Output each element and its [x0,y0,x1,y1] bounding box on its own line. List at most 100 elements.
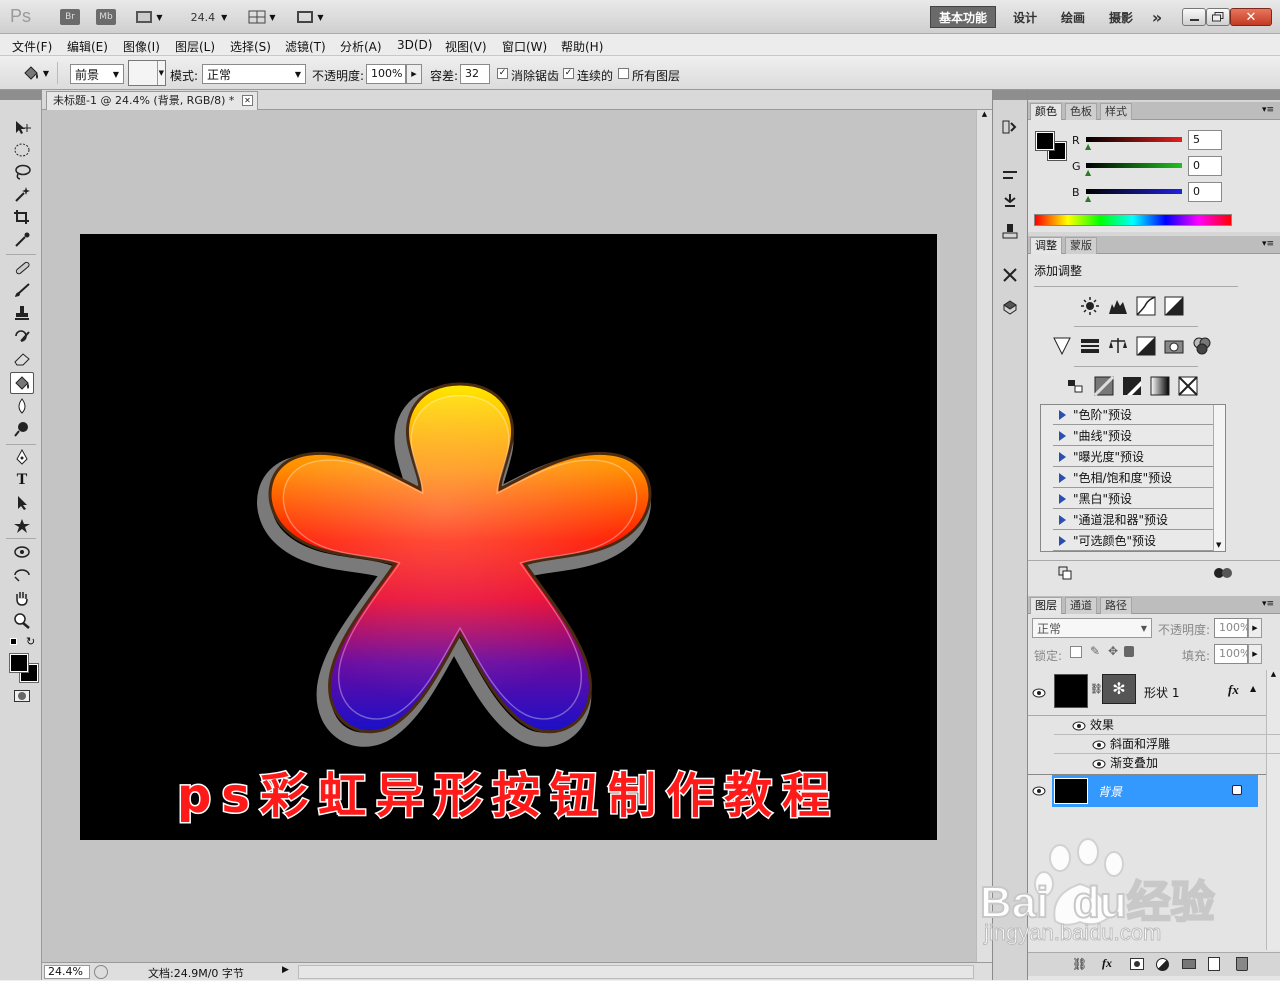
menu-edit[interactable]: 编辑(E) [67,38,108,55]
tab-close-icon[interactable]: ✕ [242,95,253,106]
levels-button[interactable] [1106,294,1130,318]
menu-layer[interactable]: 图层(L) [175,38,215,55]
black-white-button[interactable] [1134,334,1158,358]
vector-mask-thumbnail[interactable]: ✻ [1102,674,1136,704]
new-group-icon[interactable] [1182,959,1196,969]
color-spectrum-ramp[interactable] [1034,214,1232,226]
layers-scrollbar[interactable]: ▲ [1266,670,1280,950]
strip-grip[interactable] [993,90,1027,100]
3d-panel-button[interactable] [999,296,1021,318]
layer-opacity-slider[interactable]: ▶ [1248,618,1262,638]
trash-icon[interactable] [1236,957,1248,971]
preset-levels[interactable]: "色阶"预设 [1053,405,1225,425]
type-tool[interactable]: T [10,470,34,490]
status-zoom-field[interactable]: 24.4% [44,965,90,979]
status-menu-arrow[interactable]: ▶ [282,965,289,975]
clone-stamp-tool[interactable] [10,303,34,323]
close-button[interactable]: ✕ [1230,8,1272,26]
exposure-button[interactable] [1162,294,1186,318]
view-extras-button[interactable]: ▼ [132,9,166,25]
lock-paint-icon[interactable]: ✎ [1090,644,1100,658]
canvas[interactable]: ps彩虹异形按钮制作教程 [80,234,937,840]
menu-help[interactable]: 帮助(H) [561,38,603,55]
minimize-button[interactable] [1182,8,1206,26]
slider-thumb-icon[interactable]: ▲ [1085,168,1091,177]
pen-tool[interactable] [10,447,34,467]
status-preview-icon[interactable] [94,965,108,979]
blur-tool[interactable] [10,396,34,416]
tab-swatches[interactable]: 色板 [1065,103,1097,120]
bridge-button[interactable]: Br [60,9,80,25]
healing-brush-tool[interactable] [10,258,34,278]
color-balance-button[interactable] [1106,334,1130,358]
scroll-down-icon[interactable]: ▼ [1216,541,1221,549]
layer-row-shape1[interactable]: ⛓ ✻ 形状 1 fx ▲ [1028,670,1266,716]
scroll-up-icon[interactable]: ▲ [1267,670,1280,678]
panels-grip[interactable] [1028,90,1280,100]
menu-select[interactable]: 选择(S) [230,38,271,55]
add-mask-icon[interactable] [1130,958,1144,970]
3d-rotate-tool[interactable] [10,542,34,562]
tab-paths[interactable]: 路径 [1100,597,1132,614]
fill-input[interactable]: 100% [1214,644,1250,664]
screen-mode-button[interactable]: ▼ [292,9,328,25]
opacity-slider-button[interactable]: ▶ [406,64,422,84]
panel-menu-icon[interactable]: ▾≡ [1262,239,1274,249]
channel-g-input[interactable]: 0 [1188,156,1222,176]
preset-black-white[interactable]: "黑白"预设 [1053,489,1225,509]
workspace-essentials[interactable]: 基本功能 [930,6,996,28]
eye-icon[interactable] [1032,786,1046,796]
presets-scrollbar[interactable]: ▼ [1213,405,1225,551]
threshold-button[interactable] [1120,374,1144,398]
mode-select[interactable]: 正常 ▼ [202,64,306,84]
quick-mask-button[interactable] [14,690,30,702]
vertical-scrollbar[interactable]: ▲ [976,110,992,962]
layer-opacity-input[interactable]: 100% [1214,618,1250,638]
new-layer-icon[interactable] [1208,957,1220,971]
opacity-input[interactable]: 100% [366,64,406,84]
menu-view[interactable]: 视图(V) [445,38,487,55]
lock-transparent-icon[interactable] [1070,646,1082,658]
3d-orbit-tool[interactable] [10,565,34,585]
pattern-picker-swatch[interactable]: ▼ [128,60,166,86]
brightness-contrast-button[interactable] [1078,294,1102,318]
fill-source-select[interactable]: 前景 ▼ [70,64,124,84]
eyedropper-tool[interactable] [10,230,34,250]
slider-thumb-icon[interactable]: ▲ [1085,142,1091,151]
restore-button[interactable] [1206,8,1230,26]
fx-badge[interactable]: fx [1228,682,1239,698]
preset-selective-color[interactable]: "可选颜色"预设 [1053,531,1225,551]
tab-styles[interactable]: 样式 [1100,103,1132,120]
curves-button[interactable] [1134,294,1158,318]
effect-bevel-row[interactable]: 斜面和浮雕 [1054,735,1280,754]
eye-icon[interactable] [1072,721,1086,731]
history-panel-button[interactable] [999,116,1021,138]
tab-channels[interactable]: 通道 [1065,597,1097,614]
link-layers-icon[interactable]: ⛓ [1072,957,1087,971]
clip-to-layer-button[interactable] [1056,565,1074,581]
preset-hue-saturation[interactable]: "色相/饱和度"预设 [1053,468,1225,488]
channel-b-slider[interactable] [1086,189,1182,194]
brush-tool[interactable] [10,280,34,300]
default-colors-icon[interactable] [10,638,17,645]
channel-g-slider[interactable] [1086,163,1182,168]
blend-mode-select[interactable]: 正常 ▼ [1032,618,1152,638]
antialias-checkbox[interactable]: ✓ [497,68,508,79]
tool-presets-button[interactable] [999,220,1021,242]
menu-image[interactable]: 图像(I) [123,38,160,55]
zoom-level-dropdown[interactable]: 24.4 ▼ [186,9,232,25]
tab-layers[interactable]: 图层 [1030,597,1062,614]
quick-selection-tool[interactable] [10,184,34,204]
brush-presets-button[interactable] [999,164,1021,186]
layer-name[interactable]: 形状 1 [1144,684,1179,701]
all-layers-checkbox[interactable] [618,68,629,79]
menu-filter[interactable]: 滤镜(T) [285,38,326,55]
tolerance-input[interactable]: 32 [460,64,490,84]
move-tool[interactable] [10,117,34,137]
clone-source-button[interactable] [999,190,1021,212]
tab-adjustments[interactable]: 调整 [1030,237,1062,254]
actions-panel-button[interactable] [999,264,1021,286]
preset-exposure[interactable]: "曝光度"预设 [1053,447,1225,467]
scroll-up-icon[interactable]: ▲ [977,110,992,118]
tab-masks[interactable]: 蒙版 [1065,237,1097,254]
